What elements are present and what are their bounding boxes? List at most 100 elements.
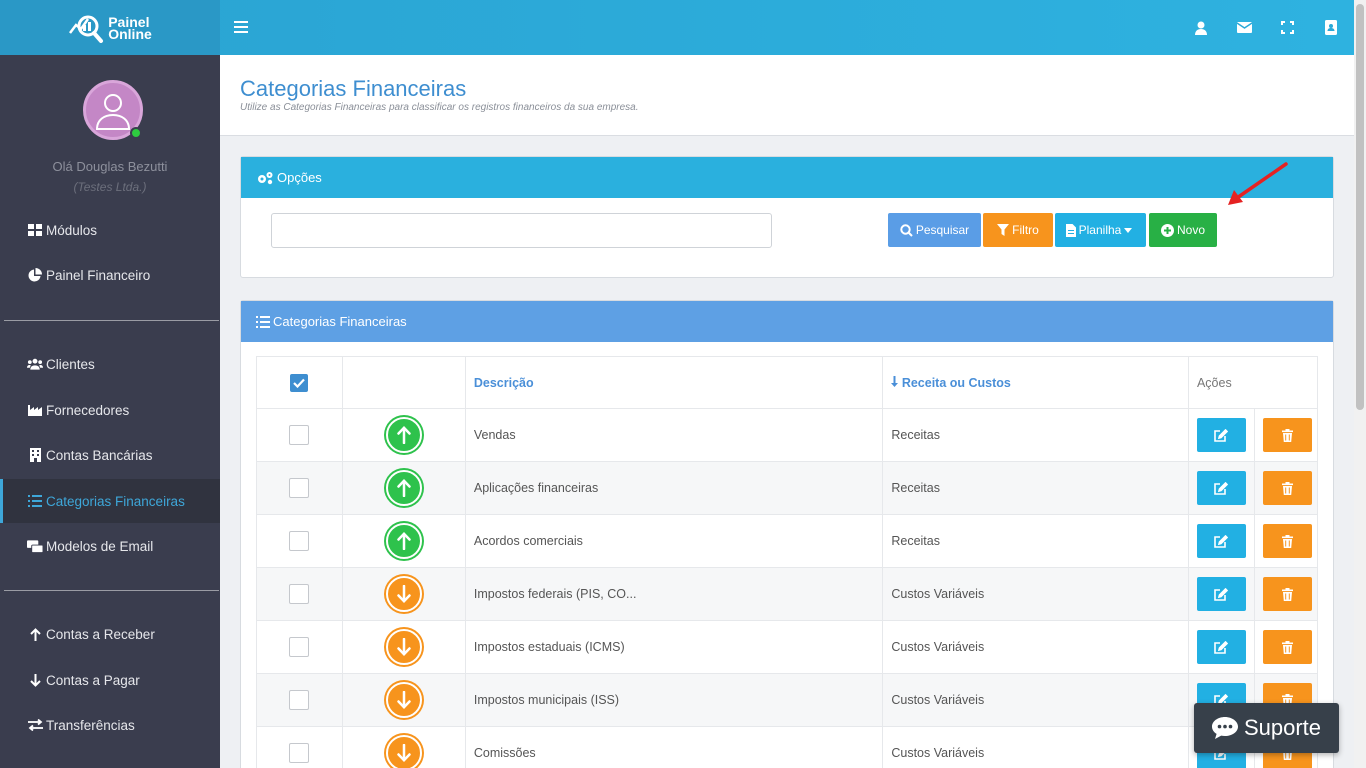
email-stack-icon	[27, 539, 43, 553]
row-direction-cell	[341, 673, 466, 727]
address-book-icon[interactable]	[1320, 18, 1340, 38]
users-icon	[27, 358, 43, 370]
building-icon	[27, 448, 43, 462]
sidebar-item-label: Categorias Financeiras	[46, 493, 185, 509]
edit-icon	[1214, 640, 1229, 654]
sidebar-item-label: Painel Financeiro	[46, 267, 151, 283]
row-checkbox[interactable]	[289, 637, 309, 657]
delete-button[interactable]	[1262, 524, 1312, 558]
file-icon	[1065, 223, 1076, 237]
sidebar-item-contas-a-receber[interactable]: Contas a Receber	[0, 612, 220, 656]
edit-button[interactable]	[1196, 577, 1246, 611]
row-select-cell	[256, 514, 343, 568]
row-edit-cell	[1187, 567, 1255, 621]
sidebar-item-label: Transferências	[46, 717, 135, 733]
description-header-label: Descrição	[473, 375, 534, 390]
sidebar-divider	[4, 590, 219, 591]
table-row: Vendas Receitas	[256, 408, 1319, 462]
page-scrollbar[interactable]	[1354, 0, 1366, 768]
options-panel-title: Opções	[277, 170, 322, 185]
row-select-cell	[256, 620, 343, 674]
row-direction-cell	[341, 461, 466, 515]
delete-button[interactable]	[1262, 471, 1312, 505]
edit-icon	[1214, 428, 1229, 442]
edit-button[interactable]	[1196, 524, 1246, 558]
type-header-label: Receita ou Custos	[901, 375, 1011, 390]
row-select-cell	[256, 726, 343, 768]
menu-toggle-icon[interactable]	[234, 17, 248, 38]
search-input[interactable]	[271, 213, 772, 248]
row-direction-cell	[341, 620, 466, 674]
envelope-icon[interactable]	[1234, 18, 1254, 38]
sidebar-item-categorias-financeiras[interactable]: Categorias Financeiras	[0, 479, 220, 523]
annotation-arrow-icon	[1228, 162, 1288, 205]
sidebar-item-modulos[interactable]: Módulos	[0, 208, 220, 252]
arrow-down-circle-icon	[385, 682, 422, 718]
sidebar-item-label: Módulos	[46, 222, 98, 238]
arrow-up-circle-icon	[385, 523, 422, 559]
sidebar-item-modelos-de-email[interactable]: Modelos de Email	[0, 524, 220, 568]
row-checkbox[interactable]	[289, 584, 309, 604]
sidebar-item-painel-financeiro[interactable]: Painel Financeiro	[0, 253, 220, 297]
grid-icon	[27, 224, 43, 236]
user-icon[interactable]	[1191, 18, 1211, 38]
user-greeting: Olá Douglas Bezutti	[52, 159, 168, 174]
spreadsheet-dropdown-button[interactable]: Planilha	[1055, 213, 1146, 247]
filter-button-label: Filtro	[1012, 223, 1039, 237]
avatar[interactable]	[83, 80, 143, 140]
table-row: Impostos estaduais (ICMS) Custos Variávei…	[256, 620, 1319, 674]
sidebar-item-clientes[interactable]: Clientes	[0, 342, 220, 386]
sidebar-item-fornecedores[interactable]: Fornecedores	[0, 388, 220, 432]
select-all-checkbox[interactable]	[290, 373, 308, 392]
row-checkbox[interactable]	[289, 690, 309, 710]
type-column-header[interactable]: Receita ou Custos	[882, 356, 1189, 409]
edit-button[interactable]	[1196, 471, 1246, 505]
row-checkbox[interactable]	[289, 478, 309, 498]
arrow-up-circle-icon	[385, 470, 422, 506]
description-column-header[interactable]: Descrição	[464, 356, 884, 409]
support-button[interactable]: Suporte	[1194, 703, 1339, 753]
sidebar-item-contas-a-pagar[interactable]: Contas a Pagar	[0, 658, 220, 702]
delete-button[interactable]	[1262, 630, 1312, 664]
row-description: Aplicações financeiras	[464, 461, 884, 515]
fullscreen-icon[interactable]	[1277, 18, 1297, 38]
row-type: Receitas	[882, 408, 1189, 462]
row-checkbox[interactable]	[289, 743, 309, 763]
row-type: Receitas	[882, 514, 1189, 568]
row-delete-cell	[1253, 514, 1319, 568]
exchange-icon	[27, 719, 43, 731]
sidebar-item-label: Contas Bancárias	[46, 447, 153, 463]
table-row: Impostos municipais (ISS) Custos Variávei…	[256, 673, 1319, 727]
sidebar-item-transferencias[interactable]: Transferências	[0, 703, 220, 747]
delete-button[interactable]	[1262, 577, 1312, 611]
table-row: Comissões Custos Variáveis	[256, 726, 1319, 768]
row-direction-cell	[341, 726, 466, 768]
caret-down-icon	[1124, 227, 1133, 233]
edit-button[interactable]	[1196, 418, 1246, 452]
table-row: Aplicações financeiras Receitas	[256, 461, 1319, 515]
categories-panel: Categorias Financeiras Descrição Receita…	[240, 300, 1334, 768]
row-select-cell	[256, 673, 343, 727]
row-checkbox[interactable]	[289, 531, 309, 551]
trash-icon	[1281, 481, 1293, 495]
app-logo[interactable]: Painel Online	[0, 0, 220, 55]
row-edit-cell	[1187, 620, 1255, 674]
gears-icon	[258, 171, 273, 184]
row-delete-cell	[1253, 408, 1319, 462]
sidebar-item-label: Contas a Receber	[46, 626, 155, 642]
top-navbar: Painel Online	[0, 0, 1354, 55]
scrollbar-thumb[interactable]	[1356, 4, 1364, 410]
row-direction-cell	[341, 567, 466, 621]
delete-button[interactable]	[1262, 418, 1312, 452]
filter-button[interactable]: Filtro	[983, 213, 1053, 247]
edit-button[interactable]	[1196, 630, 1246, 664]
row-description: Impostos municipais (ISS)	[464, 673, 884, 727]
row-select-cell	[256, 461, 343, 515]
table-row: Impostos federais (PIS, CO... Custos Vari…	[256, 567, 1319, 621]
search-button-label: Pesquisar	[915, 223, 970, 237]
new-button[interactable]: Novo	[1149, 213, 1217, 247]
row-direction-cell	[341, 514, 466, 568]
sidebar-item-contas-bancarias[interactable]: Contas Bancárias	[0, 433, 220, 477]
row-checkbox[interactable]	[289, 425, 309, 445]
search-button[interactable]: Pesquisar	[888, 213, 981, 247]
